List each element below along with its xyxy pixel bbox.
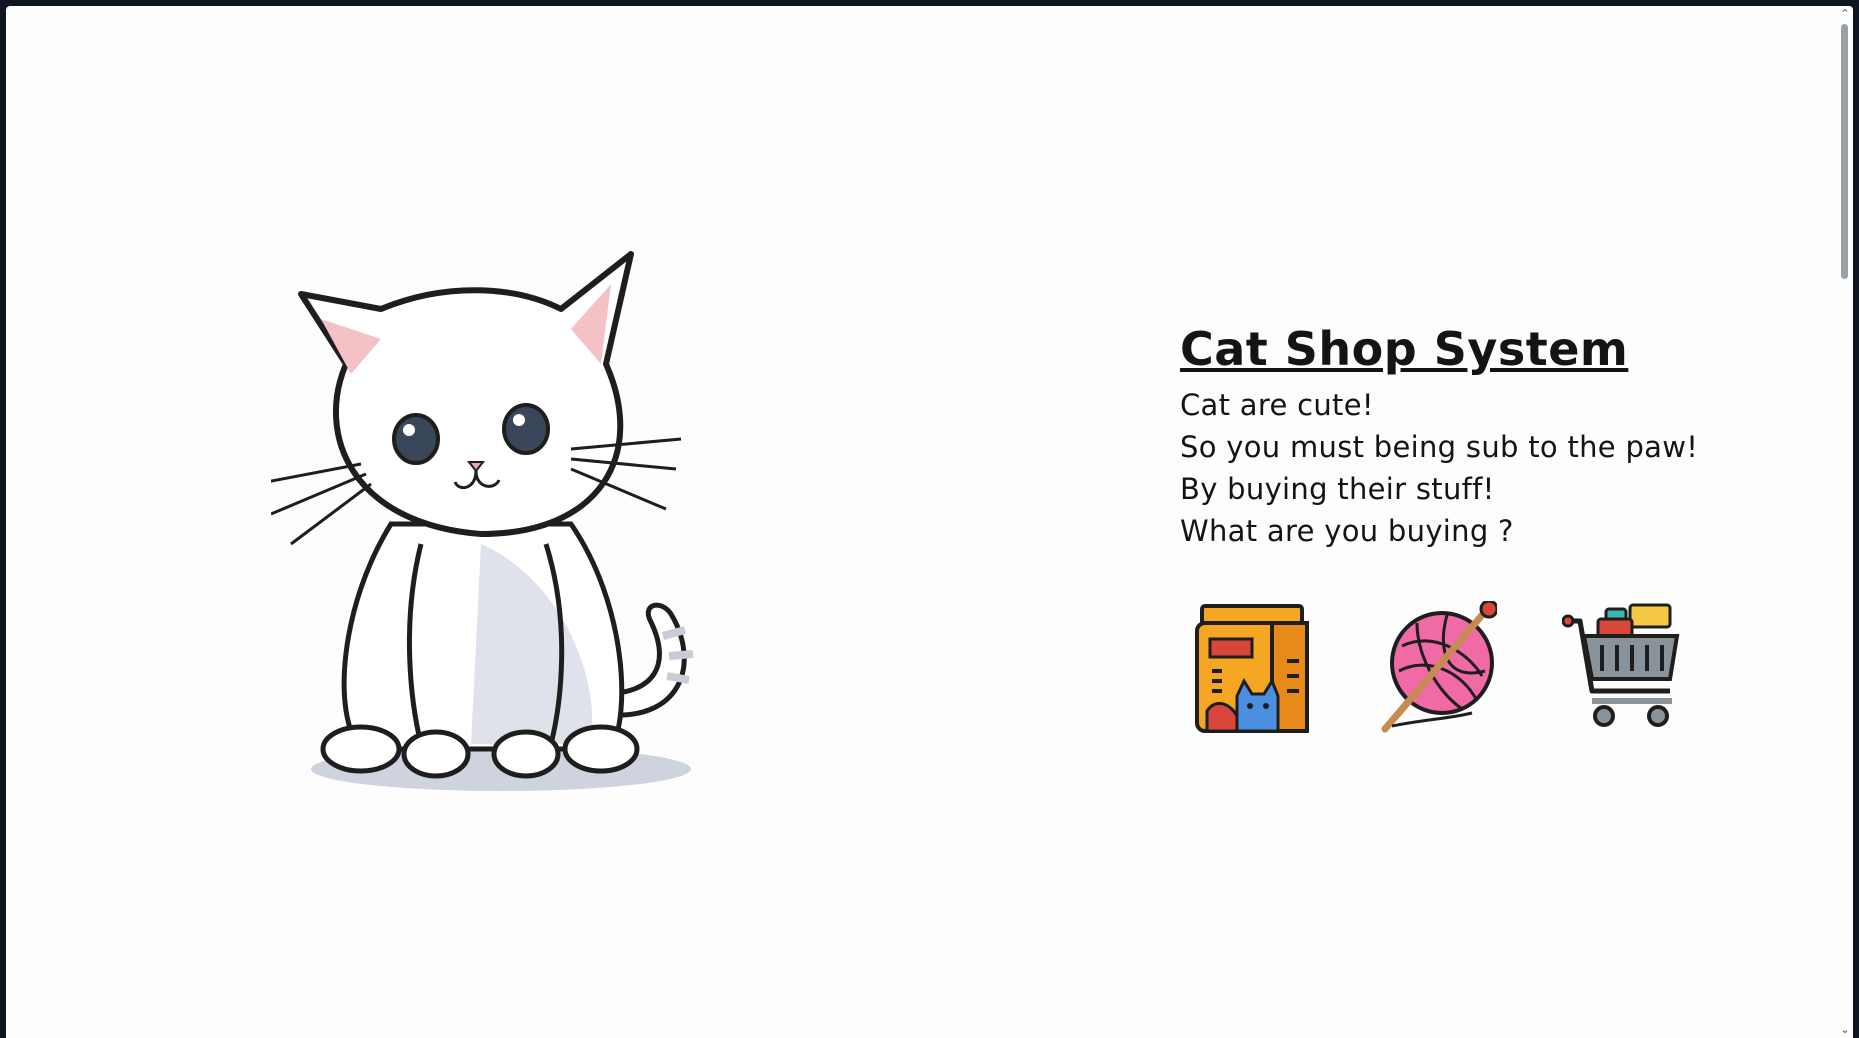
browser-viewport: Cat Shop System Cat are cute! So you mus… xyxy=(6,6,1853,1038)
shop-items-row xyxy=(1192,601,1688,736)
intro-line-1: Cat are cute! xyxy=(1180,388,1374,422)
scroll-down-arrow-icon[interactable]: ⌄ xyxy=(1839,1024,1851,1036)
scrollbar-thumb[interactable] xyxy=(1841,24,1848,279)
cat-food-bag-icon[interactable] xyxy=(1192,601,1312,736)
yarn-ball-icon[interactable] xyxy=(1377,601,1497,736)
intro-line-4: What are you buying ? xyxy=(1180,514,1514,548)
intro-text-block: Cat Shop System Cat are cute! So you mus… xyxy=(1180,320,1698,552)
intro-line-3: By buying their stuff! xyxy=(1180,472,1495,506)
shopping-cart-icon[interactable] xyxy=(1562,601,1682,736)
vertical-scrollbar[interactable]: ⌃ ⌄ xyxy=(1837,6,1853,1038)
scroll-up-arrow-icon[interactable]: ⌃ xyxy=(1839,8,1851,20)
page-title: Cat Shop System xyxy=(1180,322,1629,376)
cat-illustration xyxy=(271,251,694,791)
intro-line-2: So you must being sub to the paw! xyxy=(1180,430,1699,464)
